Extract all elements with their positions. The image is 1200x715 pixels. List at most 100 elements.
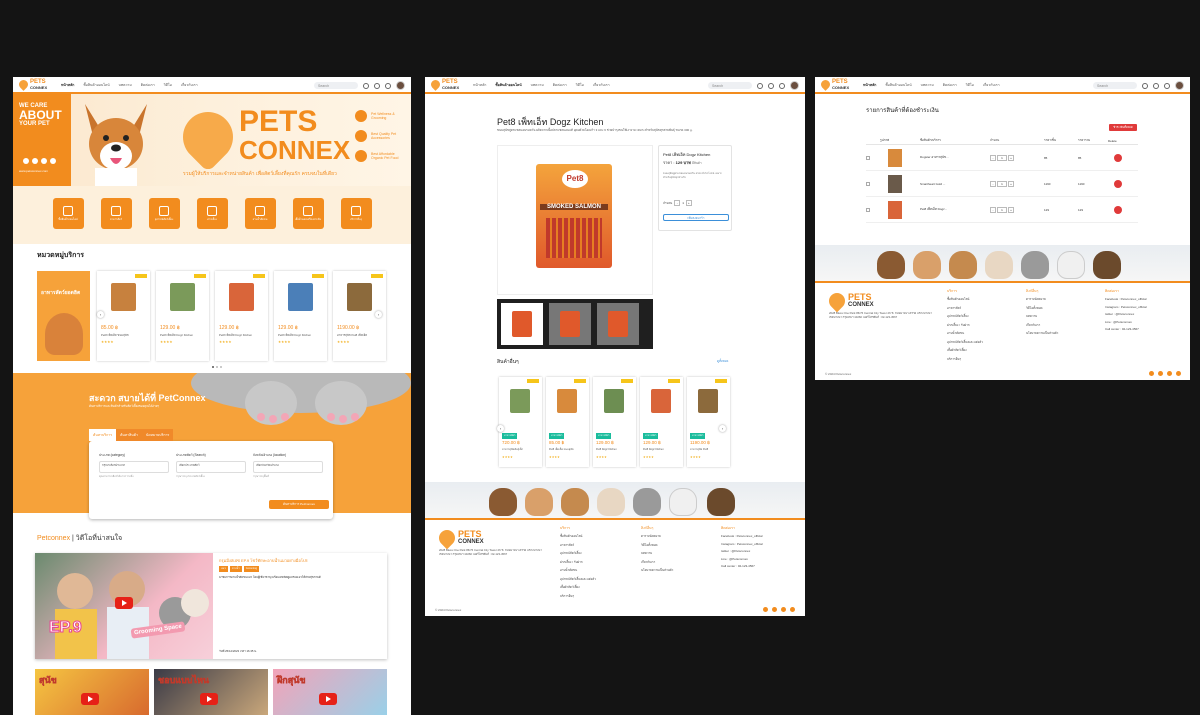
- nav-link-video[interactable]: วิดีโอ: [164, 82, 172, 88]
- chat-icon[interactable]: [779, 82, 785, 89]
- related-product-card[interactable]: อาหารสัตว์ 85.00 ฿ Pet8 เพ็ทเอ็ท ขนมสุนัข ★…: [546, 377, 589, 467]
- line-icon[interactable]: [41, 158, 47, 164]
- nav-link-home[interactable]: หน้าหลัก: [61, 82, 74, 88]
- featured-video-card[interactable]: EP.9 Grooming Space กรุมมิ่งสเปซ EP.9 โช…: [35, 553, 387, 659]
- row-checkbox[interactable]: [866, 181, 870, 186]
- increase-button[interactable]: +: [1008, 154, 1014, 161]
- footer-link[interactable]: ฝากเลี้ยง / รับฝาก: [560, 560, 596, 565]
- decrease-button[interactable]: -: [990, 180, 996, 187]
- footer-link[interactable]: Facebook : Petsconnex_official: [1105, 297, 1147, 301]
- row-checkbox[interactable]: [866, 207, 870, 212]
- footer-link[interactable]: Call center : 02-123-4567: [1105, 327, 1147, 331]
- video-tag[interactable]: Grooming: [243, 566, 260, 572]
- category-food[interactable]: อาหารสัตว์: [100, 198, 132, 229]
- search-input[interactable]: Search: [1093, 82, 1137, 89]
- thumbnail[interactable]: [549, 303, 591, 345]
- footer-link[interactable]: วิดีโอทั้งหมด: [641, 543, 673, 548]
- category-grooming[interactable]: อาบน้ำตัดขน: [244, 198, 276, 229]
- related-product-card[interactable]: อาหารสัตว์ 720.00 ฿อาหารสุนัขพันธุ์เล็ก ★★…: [499, 377, 542, 467]
- video-thumbnail-small[interactable]: ชอบแบบไหน: [154, 669, 268, 715]
- nav-link-home[interactable]: หน้าหลัก: [473, 82, 486, 88]
- decrease-button[interactable]: -: [990, 206, 996, 213]
- nav-link-video[interactable]: วิดีโอ: [966, 82, 974, 88]
- quantity-value[interactable]: 1: [997, 206, 1007, 213]
- decrease-button[interactable]: -: [674, 200, 681, 206]
- footer-link[interactable]: วิดีโอทั้งหมด: [1026, 306, 1058, 311]
- footer-link[interactable]: เสื้อผ้าสัตว์เลี้ยง: [947, 348, 983, 353]
- instagram-icon[interactable]: [32, 158, 38, 164]
- footer-link[interactable]: ซื้อสินค้าออนไลน์: [560, 534, 596, 539]
- footer-link[interactable]: นโยบายความเป็นส่วนตัว: [1026, 331, 1058, 336]
- add-to-cart-button[interactable]: เพิ่มลงตะกร้า: [663, 214, 729, 221]
- trash-icon[interactable]: [1114, 179, 1122, 188]
- cart-icon[interactable]: [1153, 82, 1159, 89]
- decrease-button[interactable]: -: [990, 154, 996, 161]
- cart-icon[interactable]: [768, 82, 774, 89]
- chat-icon[interactable]: [385, 82, 391, 89]
- view-all-link[interactable]: ดูทั้งหมด: [717, 359, 728, 364]
- trash-icon[interactable]: [1114, 153, 1122, 162]
- facebook-icon[interactable]: [23, 158, 29, 164]
- footer-link[interactable]: Line : @Petsconnex: [721, 557, 763, 561]
- footer-link[interactable]: บทความ: [1026, 314, 1058, 319]
- youtube-play-icon[interactable]: [200, 693, 218, 705]
- footer-link[interactable]: เกี่ยวกับเรา: [1026, 323, 1058, 328]
- nav-link-shop[interactable]: ซื้อสินค้าออนไลน์: [495, 82, 521, 88]
- bell-icon[interactable]: [1142, 82, 1148, 89]
- carousel-prev-button[interactable]: ‹: [97, 311, 104, 318]
- carousel-dot[interactable]: [220, 366, 222, 368]
- nav-link-about[interactable]: เกี่ยวกับเรา: [593, 82, 610, 88]
- footer-link[interactable]: Line : @Petsconnex: [1105, 320, 1147, 324]
- footer-link[interactable]: Instagram : Petsconnex_official: [1105, 305, 1147, 309]
- site-logo[interactable]: PETS CONNEX: [17, 78, 47, 91]
- footer-link[interactable]: Facebook : Petsconnex_official: [721, 534, 763, 538]
- footer-link[interactable]: อาหารสัตว์: [947, 306, 983, 311]
- checkout-all-button[interactable]: ชำระเงินทั้งหมด: [1109, 124, 1137, 131]
- product-card[interactable]: 85.00 ฿ Pet8 เพ็ทเอ็ท ขนมสุนัข ★★★★: [97, 271, 150, 361]
- footer-link[interactable]: ฝากเลี้ยง / รับฝาก: [947, 323, 983, 328]
- carousel-dot[interactable]: [212, 366, 214, 368]
- footer-link[interactable]: บริการอื่นๆ: [947, 357, 983, 362]
- nav-link-shop[interactable]: ซื้อสินค้าออนไลน์: [885, 82, 911, 88]
- nav-link-about[interactable]: เกี่ยวกับเรา: [983, 82, 1000, 88]
- category-other[interactable]: บริการอื่นๆ: [340, 198, 372, 229]
- footer-link[interactable]: เกี่ยวกับเรา: [641, 560, 673, 565]
- tab-search-service[interactable]: ค้นหาบริการ: [89, 429, 117, 441]
- trash-icon[interactable]: [1114, 205, 1122, 214]
- site-logo[interactable]: PETS CONNEX: [429, 78, 459, 91]
- bell-icon[interactable]: [757, 82, 763, 89]
- footer-link[interactable]: อาบน้ำตัดขน: [947, 331, 983, 336]
- footer-link[interactable]: อุปกรณ์สัตว์เลี้ยง: [947, 314, 983, 319]
- nav-link-about[interactable]: เกี่ยวกับเรา: [181, 82, 198, 88]
- thumbnail[interactable]: [501, 303, 543, 345]
- carousel-next-button[interactable]: ›: [375, 311, 382, 318]
- nav-link-contact[interactable]: ติดต่อเรา: [141, 82, 155, 88]
- increase-button[interactable]: +: [1008, 180, 1014, 187]
- nav-link-shop[interactable]: ซื้อสินค้าออนไลน์: [83, 82, 109, 88]
- video-thumbnail-small[interactable]: สุนัข: [35, 669, 149, 715]
- footer-link[interactable]: twitter : @Petsconnex: [1105, 312, 1147, 316]
- increase-button[interactable]: +: [1008, 206, 1014, 213]
- twitter-icon[interactable]: [1167, 371, 1172, 376]
- search-service-button[interactable]: ค้นหาบริการ PetConnex: [269, 500, 329, 509]
- youtube-play-icon[interactable]: [319, 693, 337, 705]
- footer-link[interactable]: บทความ: [641, 551, 673, 556]
- site-logo[interactable]: PETS CONNEX: [819, 78, 849, 91]
- bell-icon[interactable]: [363, 82, 369, 89]
- cart-icon[interactable]: [374, 82, 380, 89]
- search-input[interactable]: Search: [314, 82, 358, 89]
- nav-link-articles[interactable]: บทความ: [531, 82, 544, 88]
- quantity-value[interactable]: 1: [682, 201, 684, 205]
- footer-link[interactable]: อุปกรณ์สัตว์เลี้ยงและแต่งตัว: [947, 340, 983, 345]
- footer-link[interactable]: ตารางนัดหมาย: [641, 534, 673, 539]
- avatar[interactable]: [790, 81, 799, 90]
- footer-link[interactable]: อาหารสัตว์: [560, 543, 596, 548]
- product-card[interactable]: 129.00 ฿ Pet8 เพ็ทเอ็ท Dogz Kitchen ★★★★: [156, 271, 209, 361]
- footer-link[interactable]: Instagram : Petsconnex_official: [721, 542, 763, 546]
- related-product-card[interactable]: อาหารสัตว์ 1190.00 ฿อาหารสุนัข Pet8 ★★★★: [687, 377, 730, 467]
- category-accessories[interactable]: อุปกรณ์สัตว์เลี้ยง: [148, 198, 180, 229]
- nav-link-home[interactable]: หน้าหลัก: [863, 82, 876, 88]
- carousel-next-button[interactable]: ›: [719, 425, 726, 432]
- line-icon[interactable]: [790, 607, 795, 612]
- footer-link[interactable]: อุปกรณ์สัตว์เลี้ยง: [560, 551, 596, 556]
